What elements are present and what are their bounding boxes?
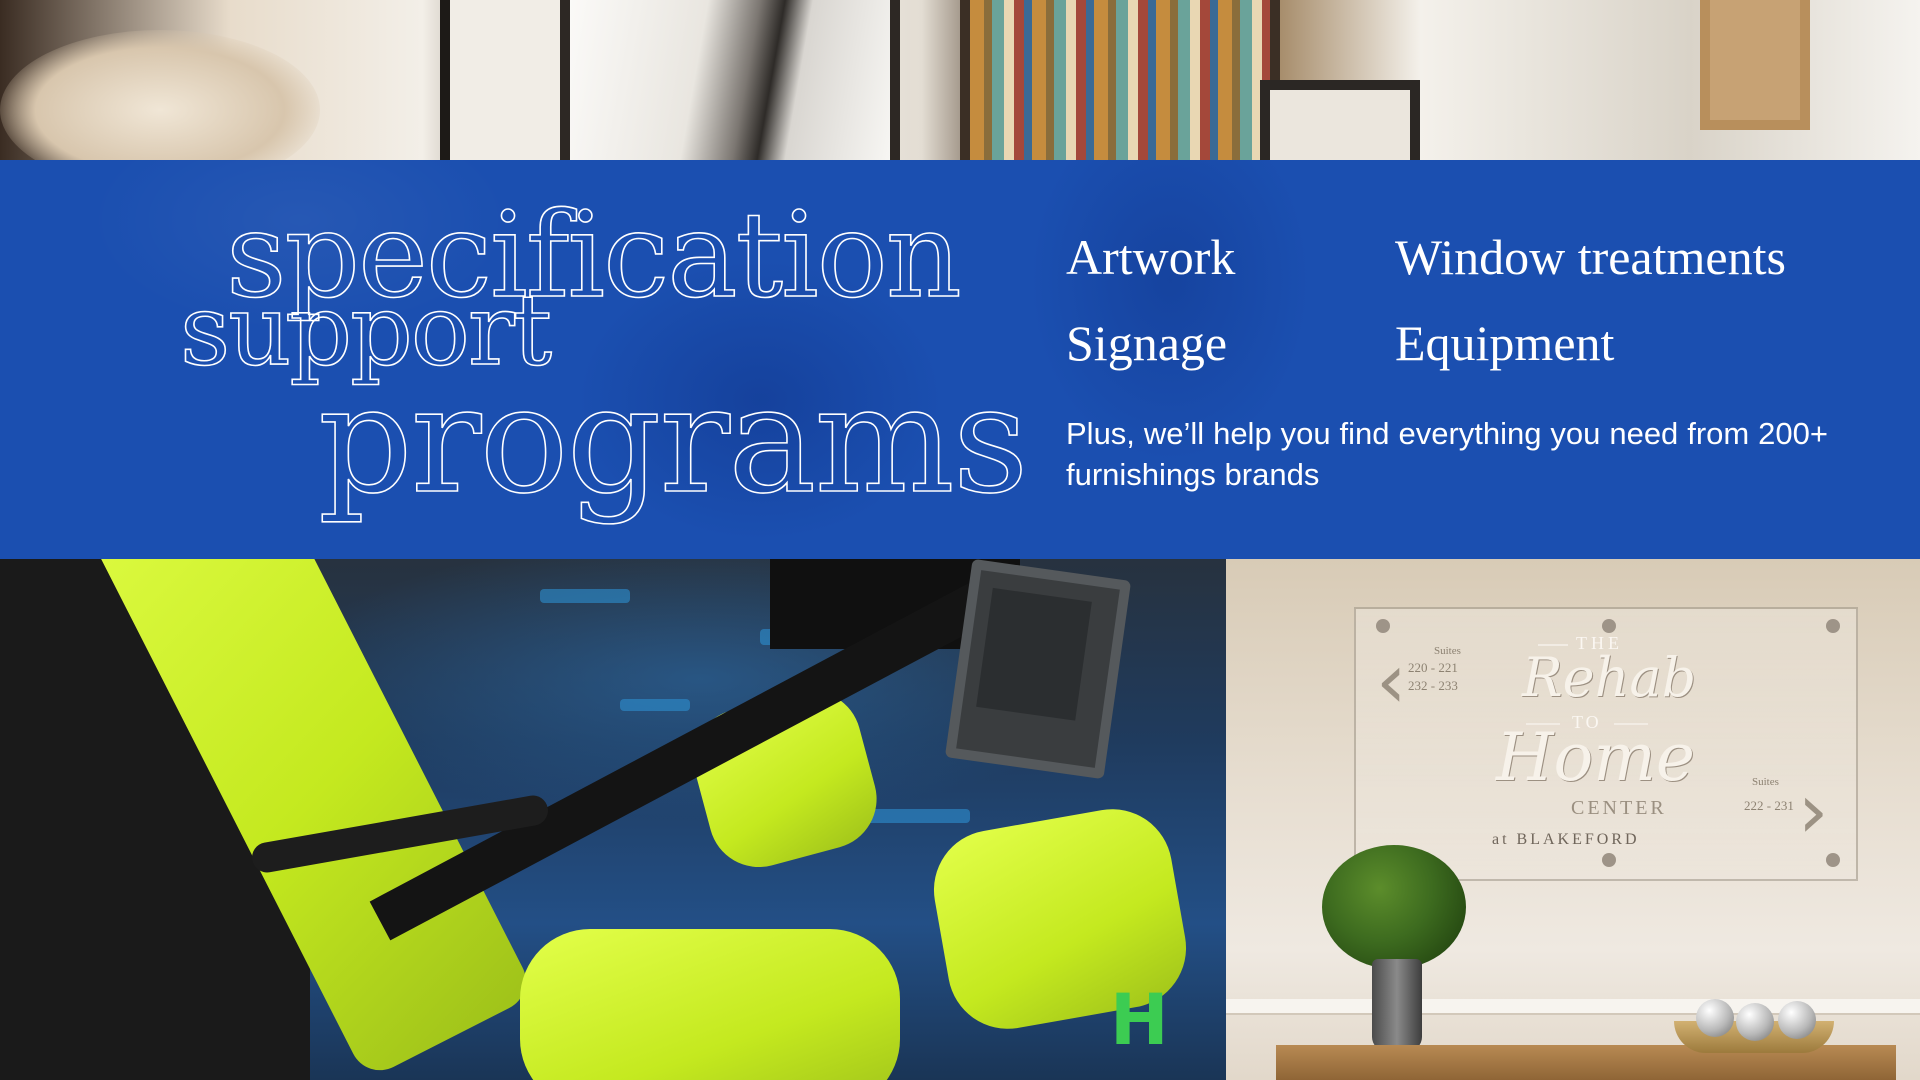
sign-standoff — [1376, 619, 1390, 633]
blurb-text: Plus, we’ll help you find everything you… — [1066, 416, 1828, 492]
carpet-pattern — [620, 699, 690, 711]
chevron-left-icon: ‹ — [1376, 636, 1407, 725]
blue-banner: specification support programs Artwork W… — [0, 160, 1920, 559]
sign-standoff — [1826, 619, 1840, 633]
sign-at-blakeford: at BLAKEFORD — [1492, 831, 1640, 848]
decorative-orb — [1696, 999, 1734, 1037]
suite-range: 222 - 231 — [1744, 798, 1794, 813]
sign-rehab: Rehab — [1522, 646, 1697, 709]
picture-frame — [1700, 0, 1810, 130]
sign-home: Home — [1496, 719, 1695, 796]
gym-equipment-photo: H — [0, 559, 1226, 1080]
chevron-right-icon: › — [1798, 766, 1829, 855]
planter-urn — [1372, 959, 1422, 1051]
sign-center: CENTER — [1571, 797, 1667, 819]
slide: specification support programs Artwork W… — [0, 0, 1920, 1080]
suites-label-left: Suites — [1434, 645, 1461, 657]
suite-range: 232 - 233 — [1408, 678, 1458, 693]
signage-photo: ‹ Suites 220 - 221 232 - 233 THE Rehab T… — [1226, 559, 1920, 1080]
sign-standoff — [1826, 853, 1840, 867]
category-equipment: Equipment — [1395, 315, 1615, 371]
sign-standoff — [1602, 619, 1616, 633]
console-display — [976, 587, 1092, 721]
machine-arm — [369, 572, 1009, 941]
topiary-plant — [1322, 845, 1466, 969]
lime-seat-cushion — [520, 929, 900, 1080]
gallery-wall-photo — [0, 0, 1920, 190]
sign-standoff — [1602, 853, 1616, 867]
picture-frame — [440, 0, 580, 170]
machine-console-screen — [944, 559, 1132, 780]
carpet-pattern — [860, 809, 970, 823]
chair-rail-molding — [1226, 999, 1920, 1015]
category-artwork: Artwork — [1066, 229, 1236, 285]
suite-range: 220 - 221 — [1408, 660, 1458, 675]
decorative-orb — [1778, 1001, 1816, 1039]
category-signage: Signage — [1066, 315, 1228, 371]
machine-logo-icon: H — [1110, 979, 1169, 1061]
carpet-pattern — [540, 589, 630, 603]
picture-frame — [560, 0, 900, 170]
picture-frame — [960, 0, 1280, 170]
category-window-treatments: Window treatments — [1395, 229, 1786, 285]
decorative-orb — [1736, 1003, 1774, 1041]
headline-programs: programs — [317, 354, 1029, 526]
suites-label-right: Suites — [1752, 776, 1779, 788]
